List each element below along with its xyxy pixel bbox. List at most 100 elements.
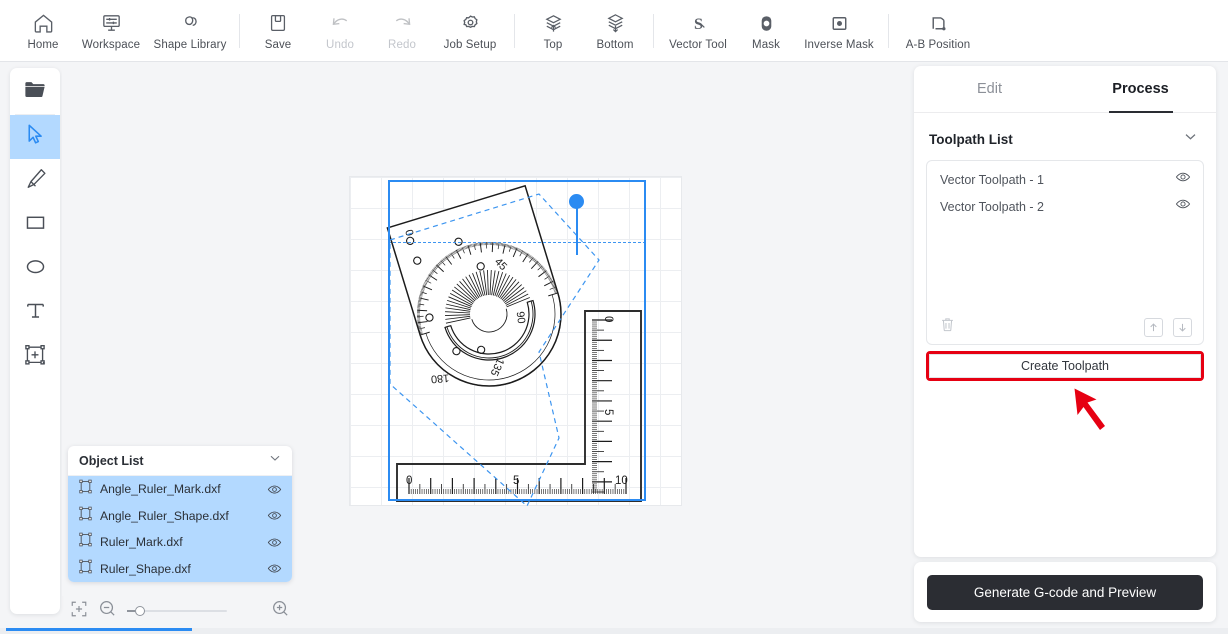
svg-text:180: 180	[430, 371, 449, 385]
toolpath-item-name: Vector Toolpath - 1	[940, 172, 1045, 187]
job-setup-icon	[459, 11, 482, 36]
toolbar-shape-library-button[interactable]: Shape Library	[148, 3, 232, 59]
object-list-item[interactable]: Ruler_Mark.dxf	[68, 529, 292, 556]
add-frame-icon	[22, 342, 48, 373]
left-tool-rail	[10, 68, 60, 614]
toolbar-ab-position-button[interactable]: A-B Position	[896, 3, 980, 59]
eye-icon[interactable]	[267, 535, 282, 550]
object-list-item-name: Ruler_Mark.dxf	[100, 535, 183, 550]
chevron-down-icon[interactable]	[1183, 129, 1198, 149]
svg-text:0: 0	[602, 316, 614, 322]
toolbar-bottom-button[interactable]: Bottom	[584, 3, 646, 59]
object-list-header[interactable]: Object List	[68, 446, 292, 476]
toolbar-mask-button[interactable]: Mask	[735, 3, 797, 59]
object-list-panel: Object List Angle_Ruler_Mark.dxf Angle_R…	[68, 446, 292, 582]
svg-text:90: 90	[514, 311, 527, 325]
toolpath-list-item[interactable]: Vector Toolpath - 2	[927, 193, 1203, 220]
tool-select[interactable]	[10, 115, 60, 159]
canvas-artwork: 0 45 90 135 180 0 5 0 5 10	[386, 184, 642, 502]
workspace-icon	[100, 11, 123, 36]
toolbar-workspace-button[interactable]: Workspace	[74, 3, 148, 59]
right-panel: Edit Process Toolpath List Vector Toolpa…	[914, 66, 1216, 557]
folder-icon	[22, 76, 49, 108]
chevron-down-icon[interactable]	[268, 451, 282, 470]
tab-edit[interactable]: Edit	[914, 66, 1065, 112]
object-list-title: Object List	[79, 453, 144, 468]
zoom-slider[interactable]	[127, 604, 227, 618]
vector-tool-icon: S	[687, 11, 710, 36]
app-root: Home Workspace Shape Library Save Undo R…	[0, 0, 1228, 634]
toolbar-save-label: Save	[264, 38, 292, 51]
toolbar-home-label: Home	[27, 38, 59, 51]
svg-text:5: 5	[602, 409, 614, 415]
pen-nib-icon	[23, 166, 48, 196]
toolbar-redo-label: Redo	[388, 38, 416, 51]
toolbar-inverse-mask-button[interactable]: Inverse Mask	[797, 3, 881, 59]
mask-icon	[755, 11, 778, 36]
object-list-item[interactable]: Ruler_Shape.dxf	[68, 555, 292, 582]
protractor-object: 0 45 90 135 180	[386, 184, 562, 387]
shape-node-icon	[78, 532, 93, 552]
redo-icon	[391, 11, 414, 36]
tool-open-folder[interactable]	[10, 70, 60, 114]
toolbar-undo-label: Undo	[326, 38, 354, 51]
eye-icon[interactable]	[1175, 169, 1191, 190]
tool-pen[interactable]	[10, 159, 60, 203]
shape-node-icon	[78, 559, 93, 579]
create-toolpath-button[interactable]: Create Toolpath	[929, 354, 1201, 378]
toolbar-divider	[653, 13, 654, 48]
shape-library-icon	[179, 11, 202, 36]
tab-edit-label: Edit	[977, 81, 1002, 97]
object-list-item[interactable]: Angle_Ruler_Shape.dxf	[68, 502, 292, 529]
arrow-down-icon[interactable]	[1173, 317, 1192, 337]
toolbar-save-button[interactable]: Save	[247, 3, 309, 59]
bring-to-top-icon	[542, 11, 565, 36]
fit-to-screen-icon[interactable]	[70, 600, 88, 623]
toolbar-divider	[514, 13, 515, 48]
horizontal-scrollbar[interactable]	[0, 628, 1228, 634]
toolbar-top-button[interactable]: Top	[522, 3, 584, 59]
toolbar-undo-button[interactable]: Undo	[309, 3, 371, 59]
inverse-mask-icon	[828, 11, 851, 36]
object-list-item-name: Angle_Ruler_Mark.dxf	[100, 482, 221, 497]
toolpath-item-name: Vector Toolpath - 2	[940, 199, 1045, 214]
eye-icon[interactable]	[267, 508, 282, 523]
horizontal-scrollbar-thumb[interactable]	[6, 628, 192, 631]
tool-insert-shape[interactable]	[10, 335, 60, 379]
toolbar-job-setup-label: Job Setup	[443, 38, 497, 51]
shape-node-icon	[78, 506, 93, 526]
eye-icon[interactable]	[267, 561, 282, 576]
toolbar-shape-library-label: Shape Library	[153, 38, 227, 51]
zoom-slider-knob[interactable]	[135, 606, 145, 616]
ellipse-icon	[23, 254, 48, 284]
toolpath-actions	[927, 310, 1203, 344]
object-list-item[interactable]: Angle_Ruler_Mark.dxf	[68, 476, 292, 503]
zoom-out-icon[interactable]	[98, 599, 117, 623]
toolbar-bottom-label: Bottom	[596, 38, 634, 51]
send-to-bottom-icon	[604, 11, 627, 36]
tool-ellipse[interactable]	[10, 247, 60, 291]
save-icon	[267, 11, 289, 36]
arrow-up-icon[interactable]	[1144, 317, 1163, 337]
trash-icon[interactable]	[939, 316, 956, 338]
generate-gcode-button[interactable]: Generate G-code and Preview	[927, 574, 1203, 610]
svg-text:0: 0	[406, 475, 412, 487]
zoom-in-icon[interactable]	[271, 599, 290, 623]
toolpath-list-item[interactable]: Vector Toolpath - 1	[927, 166, 1203, 193]
svg-text:5: 5	[513, 475, 519, 487]
eye-icon[interactable]	[1175, 196, 1191, 217]
toolbar-top-label: Top	[543, 38, 563, 51]
rectangle-icon	[23, 210, 48, 240]
tab-process[interactable]: Process	[1065, 66, 1216, 112]
toolbar-divider	[888, 13, 889, 48]
toolpath-list-header[interactable]: Toolpath List	[914, 121, 1216, 157]
toolbar-job-setup-button[interactable]: Job Setup	[433, 3, 507, 59]
toolbar-vector-tool-label: Vector Tool	[669, 38, 727, 51]
text-t-icon	[23, 298, 48, 328]
toolbar-vector-tool-button[interactable]: S Vector Tool	[661, 3, 735, 59]
eye-icon[interactable]	[267, 482, 282, 497]
tool-text[interactable]	[10, 291, 60, 335]
tool-rectangle[interactable]	[10, 203, 60, 247]
toolbar-redo-button[interactable]: Redo	[371, 3, 433, 59]
toolbar-home-button[interactable]: Home	[12, 3, 74, 59]
